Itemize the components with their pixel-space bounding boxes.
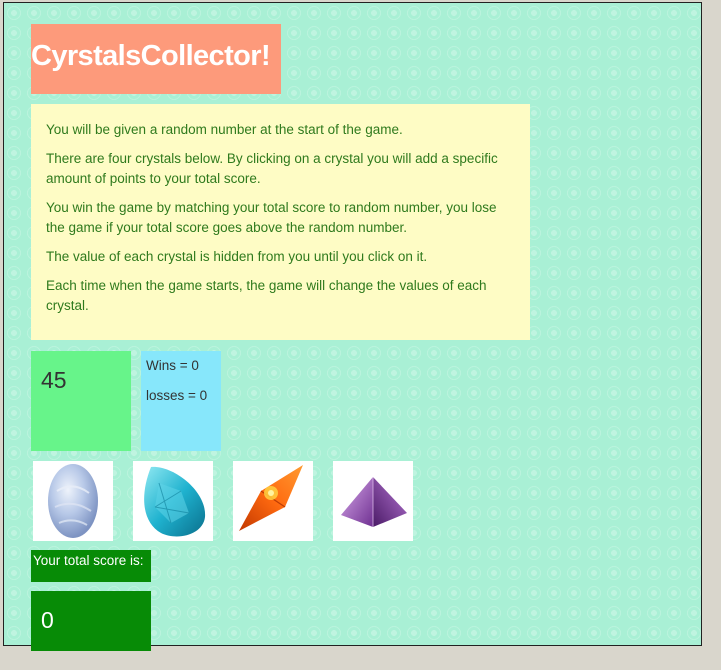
instructions-panel: You will be given a random number at the… <box>31 104 530 340</box>
crystal-button-1[interactable] <box>33 461 113 541</box>
total-score-box: 0 <box>31 591 151 651</box>
instruction-line: Each time when the game starts, the game… <box>46 278 487 313</box>
random-number: 45 <box>41 367 67 393</box>
instruction-line: You win the game by matching your total … <box>46 200 497 235</box>
game-title: CyrstalsCollector! <box>31 24 281 94</box>
instruction-line: There are four crystals below. By clicki… <box>46 151 498 186</box>
losses-count: losses = 0 <box>146 388 208 403</box>
wins-count: Wins = 0 <box>146 358 199 373</box>
total-score-value: 0 <box>41 607 54 633</box>
instruction-line: You will be given a random number at the… <box>46 122 403 137</box>
total-score-label: Your total score is: <box>31 550 151 582</box>
instruction-line: The value of each crystal is hidden from… <box>46 249 428 264</box>
stats-box: Wins = 0 losses = 0 <box>141 351 221 451</box>
orange-diamond-crystal-icon <box>239 465 303 531</box>
crystal-button-3[interactable] <box>233 461 313 541</box>
game-container: CyrstalsCollector! You will be given a r… <box>3 2 702 651</box>
crystal-button-2[interactable] <box>133 461 213 541</box>
crystal-button-4[interactable] <box>333 461 413 541</box>
aqua-teardrop-crystal-icon <box>144 466 206 537</box>
blue-lace-agate-crystal-icon <box>48 464 98 538</box>
random-number-box: 45 <box>31 351 131 451</box>
amethyst-pyramid-crystal-icon <box>341 477 407 527</box>
